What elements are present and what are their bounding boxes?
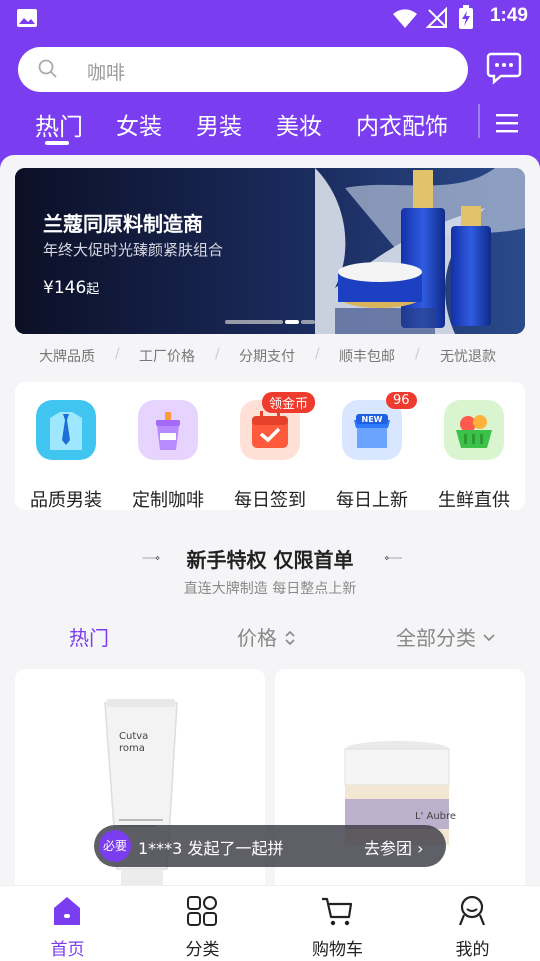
search-bar[interactable]: 咖啡 — [18, 47, 468, 92]
guarantee-item: 工厂价格 — [139, 349, 195, 365]
svg-text:L' Aubre: L' Aubre — [415, 811, 456, 822]
group-buy-toast[interactable]: 必要 1***3 发起了一起拼 去参团 › — [94, 825, 446, 867]
nav-profile[interactable]: 我的 — [405, 886, 540, 961]
join-group-label: 去参团 — [364, 839, 413, 858]
nav-label: 分类 — [185, 940, 220, 960]
divider: / — [415, 346, 420, 362]
svg-text:Cutva: Cutva — [119, 731, 148, 742]
tab-womens[interactable]: 女装 — [116, 107, 162, 141]
battery-charging-icon — [459, 5, 473, 29]
search-input[interactable]: 咖啡 — [87, 58, 125, 85]
promo-banner[interactable]: 兰蔻同原料制造商 年终大促时光臻颜紧肤组合 ¥146起 — [15, 168, 525, 334]
category-fresh-direct[interactable]: 生鲜直供 — [423, 396, 525, 511]
title-decoration-right — [384, 556, 402, 560]
message-icon[interactable] — [486, 51, 522, 85]
toast-message: 1***3 发起了一起拼 — [138, 839, 284, 858]
no-signal-icon — [426, 7, 447, 28]
nav-home[interactable]: 首页 — [0, 886, 135, 961]
guarantee-item: 顺丰包邮 — [339, 349, 395, 365]
nav-cart[interactable]: 购物车 — [270, 886, 405, 961]
banner-pagination — [225, 320, 315, 324]
tab-underwear[interactable]: 内衣配饰 — [356, 107, 448, 141]
nav-label: 购物车 — [312, 940, 363, 960]
sort-price[interactable]: 价格 — [237, 622, 297, 651]
guarantee-item: 分期支付 — [239, 349, 295, 365]
cart-icon — [322, 897, 353, 926]
profile-icon — [458, 895, 486, 926]
divider: / — [215, 346, 220, 362]
menu-icon[interactable] — [478, 100, 538, 148]
category-label: 生鲜直供 — [438, 490, 510, 511]
guarantee-item: 无忧退款 — [440, 349, 496, 365]
quick-categories: 品质男装 定制咖啡 领金币 每日签到 NEW 96 每日上新 生鲜直供 — [15, 382, 525, 511]
sort-price-label: 价格 — [237, 626, 277, 650]
tab-active-indicator — [45, 141, 69, 145]
sort-all-label: 全部分类 — [396, 626, 476, 650]
section-subtitle: 直连大牌制造 每日整点上新 — [183, 581, 357, 597]
home-icon — [54, 897, 80, 925]
category-daily-checkin[interactable]: 领金币 每日签到 — [219, 392, 321, 511]
svg-text:roma: roma — [119, 743, 145, 754]
section-title: 新手特权 仅限首单 — [186, 548, 354, 572]
category-custom-coffee[interactable]: 定制咖啡 — [117, 396, 219, 511]
grid-icon — [187, 896, 217, 926]
tab-mens[interactable]: 男装 — [196, 107, 242, 141]
sort-hot[interactable]: 热门 — [69, 622, 109, 651]
gallery-icon — [17, 9, 37, 27]
category-label: 品质男装 — [30, 490, 102, 511]
category-label: 每日上新 — [336, 490, 408, 511]
divider: / — [315, 346, 320, 362]
divider: / — [115, 346, 120, 362]
sort-bar: 热门 价格 全部分类 — [0, 622, 540, 652]
banner-subtitle: 年终大促时光臻颜紧肤组合 — [43, 241, 224, 259]
sort-arrows-icon — [285, 630, 295, 646]
category-label: 定制咖啡 — [132, 490, 204, 511]
wifi-icon — [393, 9, 417, 28]
coffee-cup-icon — [138, 400, 198, 460]
new-store-icon: NEW — [342, 400, 402, 460]
status-time: 1:49 — [489, 5, 528, 26]
nav-categories[interactable]: 分类 — [135, 886, 270, 961]
category-label: 每日签到 — [234, 490, 306, 511]
category-daily-new[interactable]: NEW 96 每日上新 — [321, 392, 423, 511]
svg-text:NEW: NEW — [362, 415, 383, 424]
guarantee-row: 大牌品质 / 工厂价格 / 分期支付 / 顺丰包邮 / 无忧退款 — [0, 346, 540, 368]
sort-all-categories[interactable]: 全部分类 — [396, 622, 496, 651]
chevron-right-icon: › — [417, 839, 424, 858]
nav-label: 首页 — [50, 940, 85, 960]
join-group-button[interactable]: 去参团 › — [364, 835, 424, 859]
checkin-badge: 领金币 — [262, 392, 316, 413]
fruit-basket-icon — [444, 400, 504, 460]
shirt-tie-icon — [36, 400, 96, 460]
category-mens-quality[interactable]: 品质男装 — [15, 396, 117, 511]
nav-label: 我的 — [455, 940, 490, 960]
tab-beauty[interactable]: 美妆 — [276, 107, 322, 141]
search-icon — [38, 59, 57, 78]
new-count-badge: 96 — [386, 392, 417, 409]
tab-hot[interactable]: 热门 — [35, 107, 83, 142]
guarantee-item: 大牌品质 — [39, 349, 95, 365]
bottom-navigation: 首页 分类 购物车 我的 — [0, 885, 540, 961]
banner-title: 兰蔻同原料制造商 — [43, 212, 203, 236]
avatar: 必要 — [99, 830, 131, 862]
chevron-down-icon — [483, 634, 495, 642]
category-tabs: 热门 女装 男装 美妆 内衣配饰 — [0, 100, 540, 150]
banner-price: ¥146起 — [43, 278, 100, 298]
status-bar: 1:49 — [0, 0, 540, 36]
